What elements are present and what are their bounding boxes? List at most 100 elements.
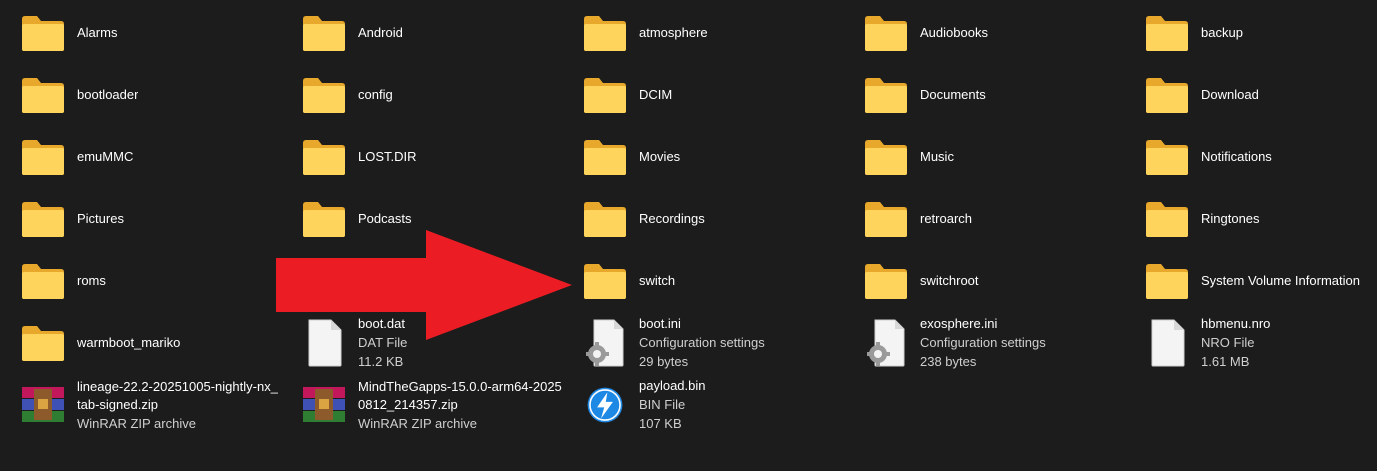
item-name: backup <box>1201 25 1243 40</box>
file-item-hbmenu-nro[interactable]: hbmenu.nro NRO File 1.61 MB <box>1138 312 1377 374</box>
file-item-dcim[interactable]: DCIM <box>576 64 857 126</box>
config-file-icon <box>867 319 905 367</box>
item-type: WinRAR ZIP archive <box>358 415 477 431</box>
item-details: switchroot <box>920 272 979 290</box>
item-name: warmboot_mariko <box>77 335 181 350</box>
file-item-config[interactable]: config <box>295 64 576 126</box>
file-item-boot-ini[interactable]: boot.ini Configuration settings 29 bytes <box>576 312 857 374</box>
item-icon-box <box>1143 133 1191 181</box>
item-icon-box <box>300 9 348 57</box>
file-item-switch[interactable]: switch <box>576 250 857 312</box>
file-item-bootloader[interactable]: bootloader <box>14 64 295 126</box>
item-details: Android <box>358 24 403 42</box>
file-item-audiobooks[interactable]: Audiobooks <box>857 2 1138 64</box>
item-name: Movies <box>639 149 681 164</box>
folder-icon <box>584 140 626 175</box>
file-item-boot-dat[interactable]: boot.dat DAT File 11.2 KB <box>295 312 576 374</box>
folder-icon <box>584 264 626 299</box>
file-item-payload-bin[interactable]: payload.bin BIN File 107 KB <box>576 374 857 436</box>
file-item-lost-dir[interactable]: LOST.DIR <box>295 126 576 188</box>
folder-icon <box>22 140 64 175</box>
item-icon-box <box>862 71 910 119</box>
item-details: LOST.DIR <box>358 148 417 166</box>
item-icon-box <box>19 133 67 181</box>
file-item-retroarch[interactable]: retroarch <box>857 188 1138 250</box>
file-item-download[interactable]: Download <box>1138 64 1377 126</box>
item-details: Notifications <box>1201 148 1272 166</box>
item-details: Music <box>920 148 954 166</box>
folder-icon <box>22 326 64 361</box>
file-item-mindthegapps-15-0-0-arm64-2025[interactable]: MindTheGapps-15.0.0-arm64-2025 0812_21435… <box>295 374 576 436</box>
item-icon-box <box>1143 319 1191 367</box>
folder-icon <box>584 202 626 237</box>
item-details: Recordings <box>639 210 705 228</box>
item-type: BIN File <box>639 397 686 412</box>
item-icon-box <box>300 71 348 119</box>
folder-icon <box>1146 202 1188 237</box>
folder-icon <box>584 16 626 51</box>
item-name: exosphere.ini <box>920 316 998 331</box>
item-name: Pictures <box>77 211 124 226</box>
item-icon-box <box>581 195 629 243</box>
file-item-lineage-22-2-20251005-nightly-nx[interactable]: lineage-22.2-20251005-nightly-nx_ tab-sig… <box>14 374 295 436</box>
document-icon <box>308 319 342 367</box>
item-type: Configuration settings <box>639 335 765 350</box>
item-icon-box <box>300 319 348 367</box>
item-size: 11.2 KB <box>358 354 404 369</box>
item-name: emuMMC <box>77 149 134 164</box>
file-item-roms[interactable]: roms <box>14 250 295 312</box>
folder-icon <box>22 78 64 113</box>
item-details: DCIM <box>639 86 672 104</box>
file-item-warmboot-mariko[interactable]: warmboot_mariko <box>14 312 295 374</box>
item-icon-box <box>300 381 348 429</box>
file-item-recordings[interactable]: Recordings <box>576 188 857 250</box>
item-icon-box <box>862 9 910 57</box>
item-details: atmosphere <box>639 24 708 42</box>
item-details: backup <box>1201 24 1243 42</box>
item-name: Music <box>920 149 954 164</box>
item-type: NRO File <box>1201 335 1255 350</box>
file-item-pictures[interactable]: Pictures <box>14 188 295 250</box>
document-icon <box>1151 319 1185 367</box>
item-name: boot.dat <box>358 316 405 331</box>
file-item-android[interactable]: Android <box>295 2 576 64</box>
item-name-continued: tab-signed.zip <box>77 396 158 412</box>
file-grid: Alarms Android atmosphere Audiobooks bac… <box>14 2 1376 436</box>
item-icon-box <box>19 319 67 367</box>
file-item-music[interactable]: Music <box>857 126 1138 188</box>
file-item-ringtones[interactable]: Ringtones <box>1138 188 1377 250</box>
item-icon-box <box>581 257 629 305</box>
item-details: Documents <box>920 86 986 104</box>
item-icon-box <box>1143 195 1191 243</box>
file-item-atmosphere[interactable]: atmosphere <box>576 2 857 64</box>
file-item-system-volume-information[interactable]: System Volume Information <box>1138 250 1377 312</box>
item-name-continued: 0812_214357.zip <box>358 396 458 412</box>
item-name: payload.bin <box>639 378 706 393</box>
file-item-emummc[interactable]: emuMMC <box>14 126 295 188</box>
file-item-documents[interactable]: Documents <box>857 64 1138 126</box>
item-icon-box <box>1143 257 1191 305</box>
item-name: lineage-22.2-20251005-nightly-nx_ <box>77 378 278 394</box>
file-item-podcasts[interactable]: Podcasts <box>295 188 576 250</box>
folder-icon <box>22 16 64 51</box>
item-details: config <box>358 86 393 104</box>
item-size: 29 bytes <box>639 354 689 369</box>
item-name: switchroot <box>920 273 979 288</box>
file-item-switchroot[interactable]: switchroot <box>857 250 1138 312</box>
folder-icon <box>1146 140 1188 175</box>
file-item-notifications[interactable]: Notifications <box>1138 126 1377 188</box>
file-item-movies[interactable]: Movies <box>576 126 857 188</box>
item-icon-box <box>1143 71 1191 119</box>
item-name: Podcasts <box>358 211 412 226</box>
item-icon-box <box>300 133 348 181</box>
item-icon-box <box>581 319 629 367</box>
file-item-backup[interactable]: backup <box>1138 2 1377 64</box>
item-name: Download <box>1201 87 1259 102</box>
item-details: Audiobooks <box>920 24 988 42</box>
folder-icon <box>865 202 907 237</box>
item-icon-box <box>300 195 348 243</box>
file-item-alarms[interactable]: Alarms <box>14 2 295 64</box>
folder-icon <box>865 264 907 299</box>
file-item-exosphere-ini[interactable]: exosphere.ini Configuration settings 238 b… <box>857 312 1138 374</box>
item-details: boot.ini Configuration settings 29 bytes <box>639 315 765 371</box>
